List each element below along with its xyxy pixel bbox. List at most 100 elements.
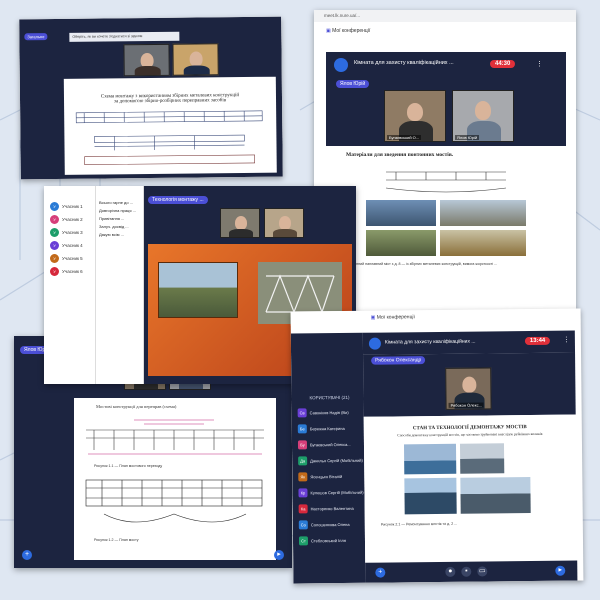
participant-video-2 [172, 43, 219, 76]
photo-pontoon-2 [440, 200, 526, 226]
chat-message: Дякую всім ... [99, 232, 124, 237]
participant-video-yalov: Ялов Юрій [452, 90, 514, 142]
room-icon [368, 337, 381, 350]
participant-video-3b [264, 208, 304, 238]
user-name: Ясенцько Віталій [310, 473, 343, 479]
more-options-icon[interactable]: ⋮ [563, 336, 570, 344]
participant-video-1 [123, 43, 170, 77]
figure-caption-5: Рисунок 2.1 — Ремонтування мостів та д. … [380, 521, 458, 527]
user-list-item[interactable]: Кр Кулешов Сергій (Мобільний) [298, 484, 364, 501]
doc-title-5: СТАН ТА ТЕХНОЛОГІЇ ДЕМОНТАЖУ МОСТІВ [412, 425, 527, 432]
user-avatar: Кр [298, 487, 308, 497]
add-button-5[interactable]: + [375, 567, 386, 578]
bridge-drawing [75, 110, 263, 166]
user-name: Савоніков Надія (Ви) [309, 409, 349, 415]
user-list-item[interactable]: Бе Бережна Катерина [297, 420, 364, 437]
participant-video-3a [220, 208, 260, 238]
participant-video-bugaevsky: Бугаєвський О... [384, 90, 446, 142]
user-list-item[interactable]: Со Солошенкова Олена [298, 516, 365, 533]
users-list: Св Савоніков Надія (Ви) Бе Бережна Катерина… [292, 404, 366, 549]
photo-pontoon-1 [366, 200, 436, 226]
user-list-item[interactable]: Св Савоніков Надія (Ви) [297, 404, 364, 421]
participant-row[interactable]: У Учасник 4 [44, 239, 95, 252]
user-name: Кулешов Сергій (Мобільний) [310, 489, 364, 495]
room-icon [334, 58, 348, 72]
add-button-4[interactable]: + [22, 550, 32, 560]
participant-name: Учасник 2 [62, 217, 83, 222]
slide-title-2: за допомогою збірно-розбірних переправни… [113, 98, 227, 105]
users-panel: КОРИСТУВАЧІ (21) Св Савоніков Надія (Ви) Б… [290, 332, 366, 584]
user-name: Бугаєвський Олекса... [309, 441, 351, 447]
document-page: Матеріали для зведення понтонних мостів.… [326, 146, 566, 306]
material-title: Матеріали для зведення понтонних мостів. [346, 152, 454, 158]
figure-caption: Понтонний наплавний міст з д. 8 — із збі… [346, 262, 498, 266]
recording-timer: 44:30 [490, 60, 516, 68]
actions-button-5[interactable]: ▸ [555, 565, 566, 576]
photo-bridge-3 [404, 477, 457, 515]
screen-share-button[interactable]: ▭ [477, 566, 488, 577]
user-list-item[interactable]: Як Ясенцько Віталій [298, 468, 364, 485]
participant-row[interactable]: У Учасник 5 [44, 252, 95, 265]
presenter-badge: Ялов Юрій [336, 80, 370, 88]
participant-row[interactable]: У Учасник 3 [44, 226, 95, 239]
video-label-5: Рябокон Олекс... [448, 402, 484, 408]
tab-general[interactable]: Загальне [24, 33, 48, 41]
participant-name: Учасник 6 [62, 269, 83, 274]
participant-name: Учасник 3 [62, 230, 83, 235]
actions-button-4[interactable]: ▸ [274, 550, 284, 560]
my-conferences-link[interactable]: Мої конференції [377, 314, 415, 320]
avatar: У [50, 202, 59, 211]
user-avatar: Бе [297, 423, 307, 433]
user-avatar: Св [297, 407, 307, 417]
user-name: Бережна Катерина [309, 425, 345, 431]
user-avatar: Бу [297, 439, 308, 449]
document-page-5: СТАН ТА ТЕХНОЛОГІЇ ДЕМОНТАЖУ МОСТІВ Спос… [363, 414, 578, 563]
my-conferences-link[interactable]: Мої конференції [332, 28, 370, 34]
video-label-2: Ялов Юрій [455, 135, 480, 140]
camera-button[interactable]: ▪ [461, 566, 472, 577]
participant-row[interactable]: У Учасник 6 [44, 265, 95, 278]
chat-message: Всього гарне до ... [99, 200, 134, 205]
participant-name: Учасник 1 [62, 204, 83, 209]
pontoon-drawing [385, 171, 507, 193]
user-list-item[interactable]: Ст Стебловський Ілля [298, 532, 365, 549]
doc-subtitle-5: Способи демонтажу конструкцій мостів, що… [397, 431, 543, 438]
audio-notice: Оберіть, як ви хочете з'єднатися зі звук… [69, 31, 180, 42]
participant-row[interactable]: У Учасник 1 [44, 200, 95, 213]
sidebar-left: У Учасник 1 У Учасник 2 У Учасник 3 У Учасни… [44, 186, 96, 384]
video-label-1: Бугаєвський О... [387, 135, 422, 140]
user-list-item[interactable]: Да Данильо Сергій (Мобільний) [298, 452, 364, 469]
room-title: Кімната для захисту кваліфікаційних ... [384, 338, 476, 346]
photo-pontoon-3 [366, 230, 436, 256]
user-list-item[interactable]: Бу Бугаєвський Олекса... [297, 436, 364, 453]
chat-message: Залуч. досвід ... [99, 224, 129, 229]
avatar: У [50, 215, 59, 224]
avatar: У [50, 241, 59, 250]
conferences-icon: ▣ [326, 28, 331, 34]
figure-caption-2: Рисунок 1.2 — План мосту [94, 538, 139, 542]
participant-video-ryabokon: Рябокон Олекс... [445, 367, 492, 410]
browser-url[interactable]: meet.lk.nure.ua/... [314, 10, 576, 22]
conference-window-1: Загальне Оберіть, як ви хочете з'єднатис… [19, 16, 283, 180]
conferences-icon: ▣ [370, 314, 376, 321]
user-avatar: Со [298, 519, 308, 529]
figure-caption-1: Рисунок 1.1 — План мостового переходу [94, 464, 163, 468]
participant-name: Учасник 5 [62, 256, 83, 261]
chat-panel: Всього гарне до ... Довгорічна праця ...… [96, 186, 144, 384]
room-title: Кімната для захисту кваліфікаційних ... [354, 60, 454, 66]
more-options-icon[interactable]: ⋮ [536, 60, 543, 68]
presenter-badge-5: Рябокон Олександр [371, 356, 426, 365]
user-list-item[interactable]: Ка Насторенко Валентина [298, 500, 365, 517]
photo-bridge-2 [459, 443, 505, 474]
user-name: Данильо Сергій (Мобільний) [310, 457, 363, 463]
participant-row[interactable]: У Учасник 2 [44, 213, 95, 226]
user-name: Насторенко Валентина [310, 505, 354, 511]
avatar: У [50, 228, 59, 237]
user-name: Стебловський Ілля [310, 537, 347, 543]
photo-pontoon-4 [440, 230, 526, 256]
recording-timer: 13:44 [524, 336, 551, 346]
mic-button[interactable]: ● [445, 566, 456, 577]
user-avatar: Ст [298, 535, 309, 545]
bottom-toolbar: + ● ▪ ▭ ▸ [365, 560, 578, 583]
user-name: Солошенкова Олена [310, 521, 350, 527]
